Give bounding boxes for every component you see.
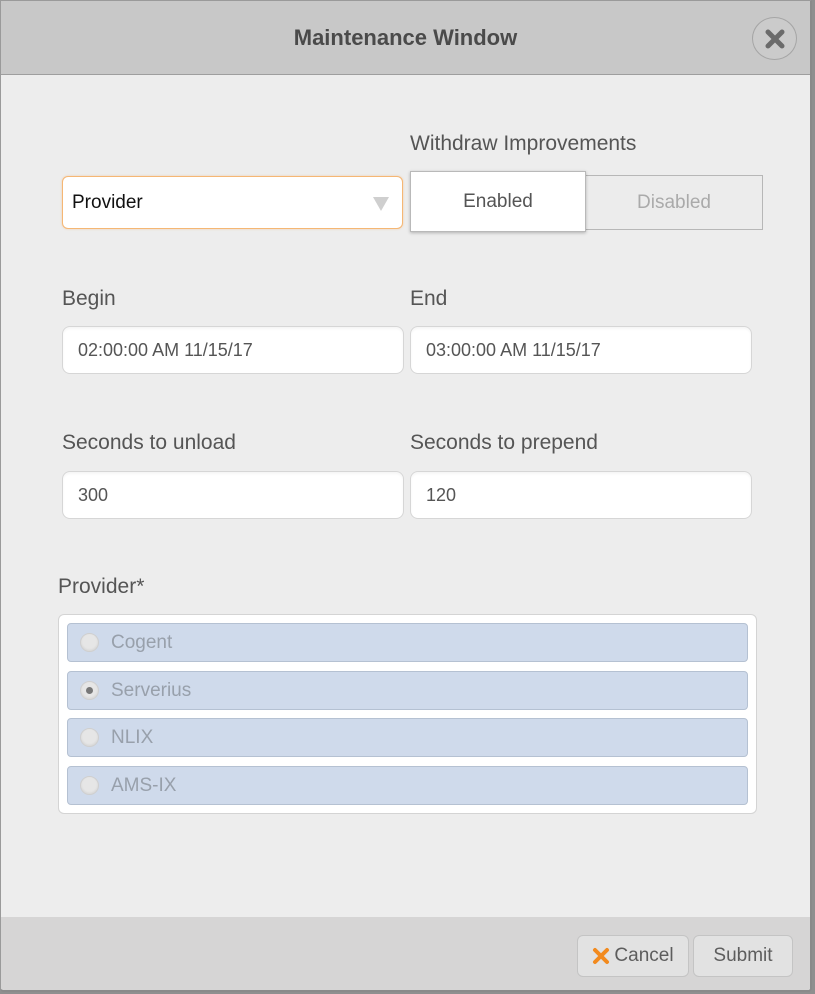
- provider-option-label: Serverius: [111, 680, 192, 701]
- seconds-prepend-input[interactable]: 120: [410, 471, 752, 519]
- provider-radio-group: Cogent Serverius NLIX AMS-IX: [58, 614, 757, 814]
- cancel-button[interactable]: Cancel: [577, 935, 689, 977]
- toggle-disabled-button[interactable]: Disabled: [585, 175, 763, 230]
- end-label: End: [410, 287, 448, 310]
- radio-button[interactable]: [80, 728, 99, 747]
- cancel-label: Cancel: [614, 945, 674, 966]
- provider-label: Provider*: [58, 575, 145, 598]
- provider-option-serverius[interactable]: Serverius: [67, 671, 748, 710]
- radio-button[interactable]: [80, 633, 99, 652]
- withdraw-improvements-label: Withdraw Improvements: [410, 132, 637, 155]
- toggle-enabled-button[interactable]: Enabled: [410, 171, 586, 232]
- cancel-x-icon: [592, 947, 610, 965]
- end-value: 03:00:00 AM 11/15/17: [426, 340, 601, 360]
- seconds-unload-value: 300: [78, 485, 109, 505]
- provider-option-label: Cogent: [111, 632, 173, 653]
- submit-button[interactable]: Submit: [693, 935, 793, 977]
- provider-option-label: NLIX: [111, 727, 154, 748]
- provider-option-ams-ix[interactable]: AMS-IX: [67, 766, 748, 805]
- provider-option-cogent[interactable]: Cogent: [67, 623, 748, 662]
- close-button[interactable]: [752, 17, 797, 60]
- begin-value: 02:00:00 AM 11/15/17: [78, 340, 253, 360]
- dialog-title: Maintenance Window: [293, 25, 518, 50]
- begin-input[interactable]: 02:00:00 AM 11/15/17: [62, 326, 404, 374]
- chevron-down-icon: [373, 197, 389, 211]
- close-icon: [765, 29, 784, 48]
- provider-option-label: AMS-IX: [111, 775, 177, 796]
- radio-button[interactable]: [80, 776, 99, 795]
- maintenance-window-dialog: Maintenance Window Provider Withdraw Imp…: [0, 0, 812, 992]
- dialog-header: Maintenance Window: [1, 1, 810, 75]
- provider-option-nlix[interactable]: NLIX: [67, 718, 748, 757]
- radio-button-checked[interactable]: [80, 681, 99, 700]
- seconds-prepend-value: 120: [426, 485, 457, 505]
- seconds-unload-label: Seconds to unload: [62, 431, 236, 454]
- type-select-value: Provider: [72, 192, 143, 213]
- dialog-footer: Cancel Submit: [1, 917, 810, 990]
- type-select[interactable]: Provider: [62, 176, 403, 229]
- begin-label: Begin: [62, 287, 116, 310]
- seconds-prepend-label: Seconds to prepend: [410, 431, 598, 454]
- end-input[interactable]: 03:00:00 AM 11/15/17: [410, 326, 752, 374]
- seconds-unload-input[interactable]: 300: [62, 471, 404, 519]
